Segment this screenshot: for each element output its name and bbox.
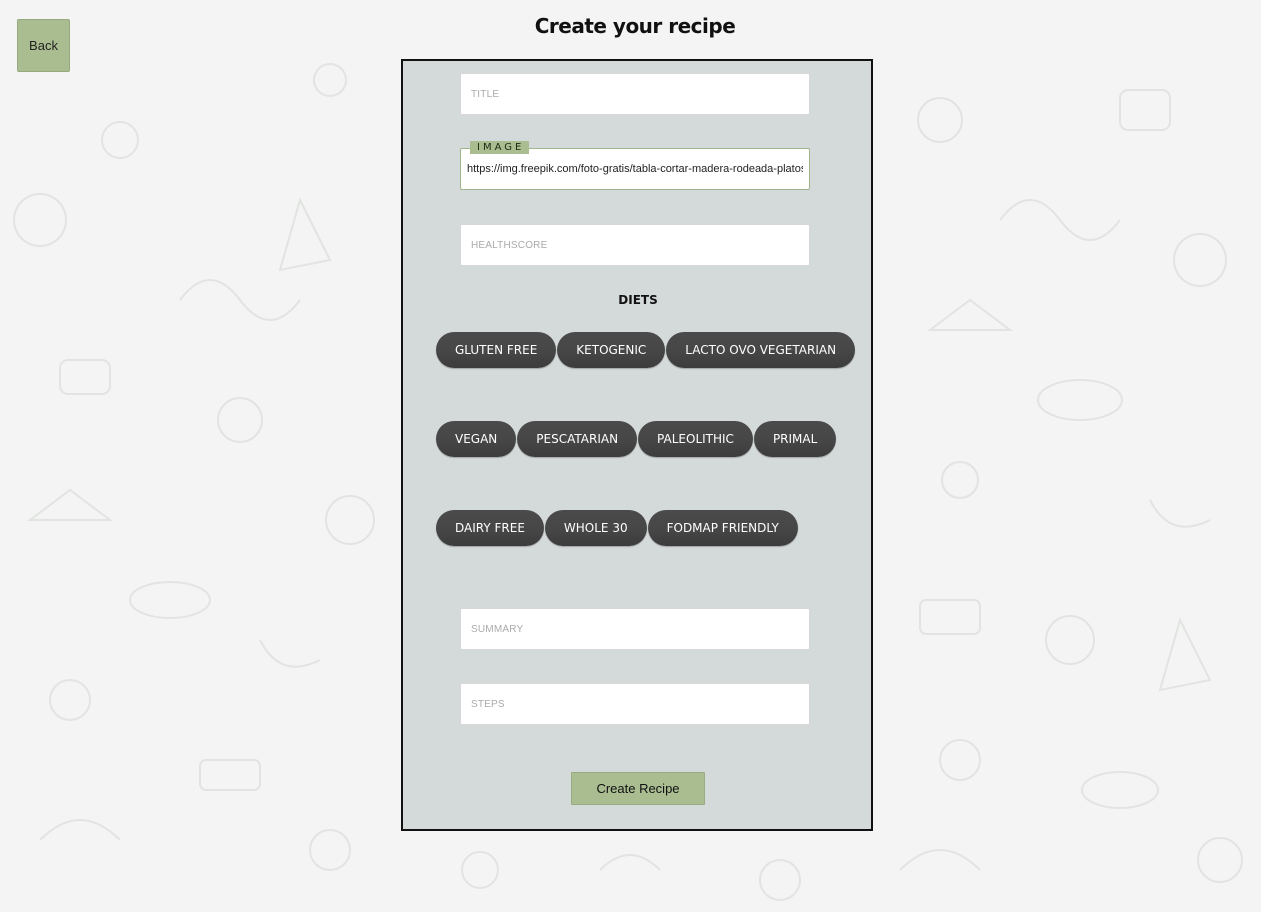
diet-row: VEGAN PESCATARIAN PALEOLITHIC PRIMAL: [436, 421, 837, 457]
image-field-label: IMAGE: [470, 141, 530, 154]
image-url-input[interactable]: [460, 148, 810, 190]
diets-heading: DIETS: [618, 293, 658, 307]
page-title: Create your recipe: [534, 14, 736, 38]
diet-chip-whole-30[interactable]: WHOLE 30: [544, 510, 647, 546]
healthscore-input[interactable]: [460, 224, 810, 266]
diet-chip-ketogenic[interactable]: KETOGENIC: [557, 332, 666, 368]
diet-chip-lacto-ovo-vegetarian[interactable]: LACTO OVO VEGETARIAN: [666, 332, 856, 368]
steps-input[interactable]: [460, 683, 810, 725]
diet-row: DAIRY FREE WHOLE 30 FODMAP FRIENDLY: [436, 510, 798, 546]
diet-chip-gluten-free[interactable]: GLUTEN FREE: [436, 332, 557, 368]
diet-chip-pescatarian[interactable]: PESCATARIAN: [517, 421, 638, 457]
diet-chip-paleolithic[interactable]: PALEOLITHIC: [638, 421, 753, 457]
title-input[interactable]: [460, 73, 810, 115]
create-recipe-button[interactable]: Create Recipe: [571, 772, 705, 805]
diet-chip-vegan[interactable]: VEGAN: [436, 421, 517, 457]
create-recipe-form: IMAGE DIETS GLUTEN FREE KETOGENIC LACTO …: [401, 59, 873, 831]
image-field-group: IMAGE: [460, 141, 810, 190]
diet-chip-primal[interactable]: PRIMAL: [753, 421, 837, 457]
diet-chip-fodmap-friendly[interactable]: FODMAP FRIENDLY: [647, 510, 798, 546]
diet-row: GLUTEN FREE KETOGENIC LACTO OVO VEGETARI…: [436, 332, 856, 368]
diet-chip-dairy-free[interactable]: DAIRY FREE: [436, 510, 544, 546]
summary-input[interactable]: [460, 608, 810, 650]
